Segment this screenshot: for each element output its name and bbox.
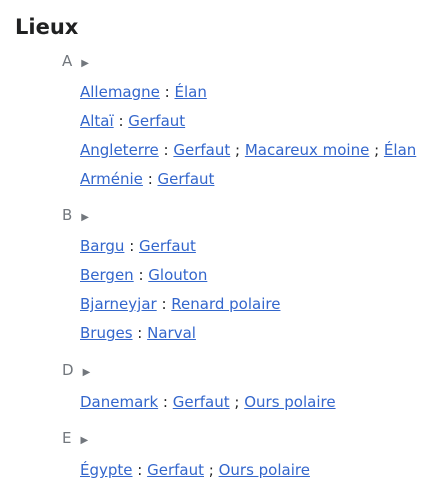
animal-link[interactable]: Ours polaire <box>219 461 310 479</box>
group-letter: A <box>62 52 73 70</box>
expand-arrow-icon[interactable]: ▶ <box>81 212 89 223</box>
place-link[interactable]: Angleterre <box>80 141 159 159</box>
list-item: Danemark : Gerfaut ; Ours polaire <box>80 393 336 411</box>
group-header-e[interactable]: E ▶ <box>62 428 88 451</box>
animal-link[interactable]: Gerfaut <box>139 237 196 255</box>
group-letter: D <box>62 361 74 379</box>
list-item: Bergen : Glouton <box>80 266 208 284</box>
animal-link[interactable]: Renard polaire <box>171 295 280 313</box>
place-link[interactable]: Bergen <box>80 266 134 284</box>
group-header-b[interactable]: B ▶ <box>62 205 89 228</box>
list-item: Allemagne : Élan <box>80 83 207 101</box>
group-header-a[interactable]: A ▶ <box>62 51 89 74</box>
animal-link[interactable]: Gerfaut <box>147 461 204 479</box>
list-item: Altaï : Gerfaut <box>80 112 186 130</box>
place-link[interactable]: Allemagne <box>80 83 160 101</box>
animal-link[interactable]: Narval <box>147 324 196 342</box>
place-link[interactable]: Danemark <box>80 393 158 411</box>
animal-link[interactable]: Macareux moine <box>245 141 369 159</box>
animal-link[interactable]: Élan <box>384 141 416 159</box>
animal-link[interactable]: Ours polaire <box>244 393 335 411</box>
expand-arrow-icon[interactable]: ▶ <box>81 58 89 69</box>
page-title: Lieux <box>15 15 79 39</box>
place-link[interactable]: Bargu <box>80 237 124 255</box>
place-link[interactable]: Bjarneyjar <box>80 295 157 313</box>
list-item: Bruges : Narval <box>80 324 196 342</box>
animal-link[interactable]: Gerfaut <box>128 112 185 130</box>
list-item: Égypte : Gerfaut ; Ours polaire <box>80 461 310 479</box>
group-letter: E <box>62 429 72 447</box>
group-letter: B <box>62 206 73 224</box>
list-item: Angleterre : Gerfaut ; Macareux moine ; … <box>80 141 417 159</box>
expand-arrow-icon[interactable]: ▶ <box>83 367 91 378</box>
list-item: Bjarneyjar : Renard polaire <box>80 295 281 313</box>
animal-link[interactable]: Gerfaut <box>173 141 230 159</box>
place-link[interactable]: Bruges <box>80 324 133 342</box>
group-header-d[interactable]: D ▶ <box>62 360 90 383</box>
animal-link[interactable]: Glouton <box>148 266 207 284</box>
place-link[interactable]: Arménie <box>80 170 143 188</box>
place-link[interactable]: Égypte <box>80 461 133 479</box>
list-item: Arménie : Gerfaut <box>80 170 215 188</box>
expand-arrow-icon[interactable]: ▶ <box>80 435 88 446</box>
animal-link[interactable]: Gerfaut <box>158 170 215 188</box>
list-item: Bargu : Gerfaut <box>80 237 196 255</box>
place-link[interactable]: Altaï <box>80 112 114 130</box>
animal-link[interactable]: Gerfaut <box>173 393 230 411</box>
animal-link[interactable]: Élan <box>174 83 206 101</box>
